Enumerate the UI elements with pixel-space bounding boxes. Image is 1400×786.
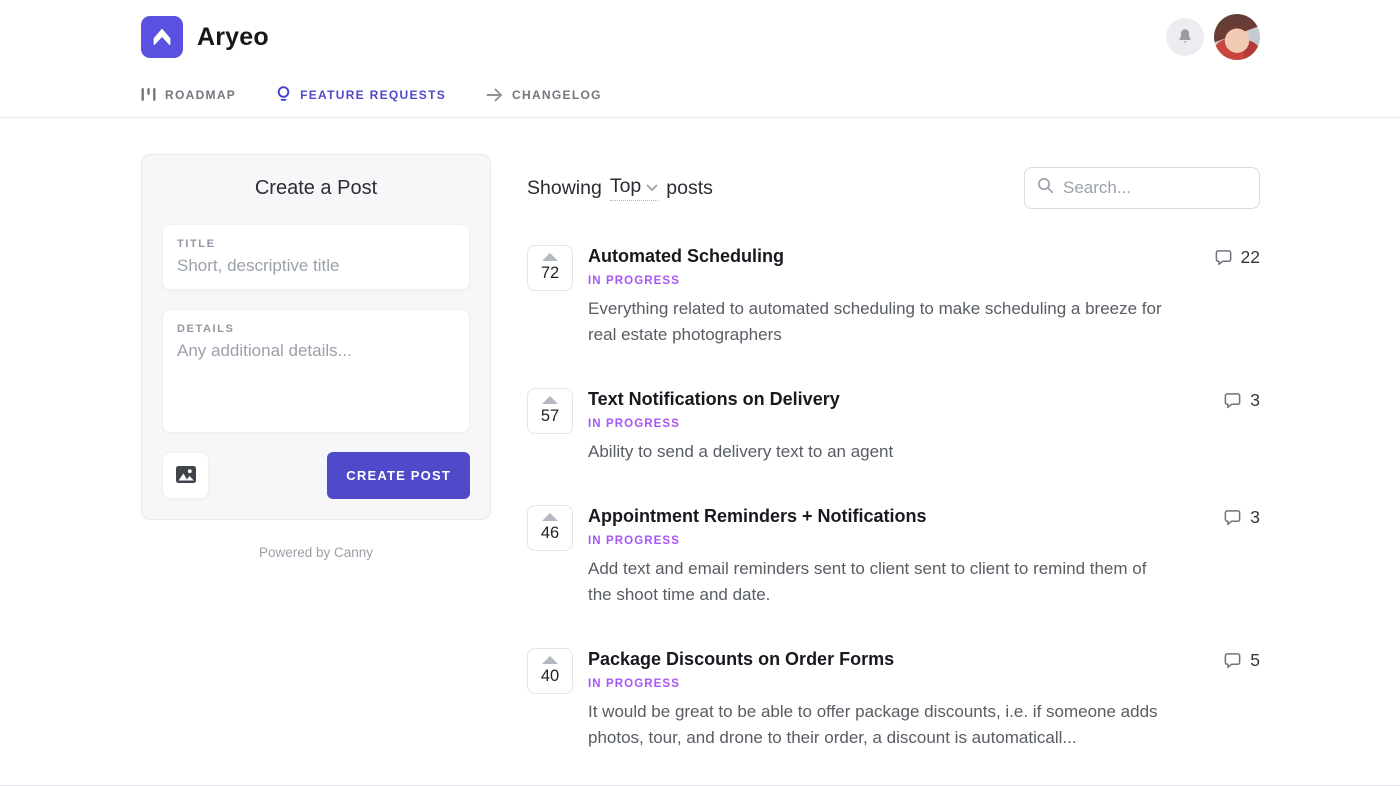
- title-field-label: TITLE: [177, 238, 455, 250]
- post-title[interactable]: Package Discounts on Order Forms: [588, 648, 1170, 670]
- nav-roadmap-label: ROADMAP: [165, 88, 236, 102]
- upvote-button[interactable]: 40: [527, 648, 573, 694]
- nav-roadmap[interactable]: ROADMAP: [141, 87, 236, 102]
- status-badge: IN PROGRESS: [588, 678, 1170, 690]
- comment-count-value: 5: [1250, 650, 1260, 671]
- post-item[interactable]: 46 Appointment Reminders + Notifications…: [527, 505, 1260, 608]
- post-description: It would be great to be able to offer pa…: [588, 699, 1170, 751]
- status-badge: IN PROGRESS: [588, 535, 1170, 547]
- vote-count: 57: [541, 407, 559, 426]
- post-item[interactable]: 57 Text Notifications on Delivery IN PRO…: [527, 388, 1260, 465]
- post-title[interactable]: Appointment Reminders + Notifications: [588, 505, 1170, 527]
- nav-changelog-label: CHANGELOG: [512, 88, 602, 102]
- create-post-button[interactable]: CREATE POST: [327, 452, 470, 499]
- status-badge: IN PROGRESS: [588, 275, 1170, 287]
- page: Aryeo: [0, 0, 1400, 786]
- upvote-arrow-icon: [542, 656, 558, 664]
- comment-count: 3: [1223, 390, 1260, 411]
- comment-count-value: 22: [1241, 247, 1260, 268]
- powered-by-canny[interactable]: Powered by Canny: [141, 545, 491, 560]
- upvote-button[interactable]: 46: [527, 505, 573, 551]
- comment-count-value: 3: [1250, 507, 1260, 528]
- comment-count: 22: [1214, 247, 1260, 268]
- status-badge: IN PROGRESS: [588, 418, 893, 430]
- showing-sort-control: Showing Top posts: [527, 175, 713, 201]
- details-field-card[interactable]: DETAILS: [162, 309, 470, 433]
- comment-count: 3: [1223, 507, 1260, 528]
- post-title[interactable]: Text Notifications on Delivery: [588, 388, 893, 410]
- arrow-right-icon: [486, 88, 503, 102]
- create-post-heading: Create a Post: [162, 177, 470, 200]
- post-title[interactable]: Automated Scheduling: [588, 245, 1170, 267]
- app-header: Aryeo: [0, 0, 1400, 118]
- vote-count: 72: [541, 264, 559, 283]
- notifications-button[interactable]: [1166, 18, 1204, 56]
- title-input[interactable]: [177, 256, 455, 276]
- chevron-down-icon: [646, 175, 658, 198]
- posts-column: Showing Top posts: [527, 167, 1260, 786]
- comment-icon: [1223, 508, 1242, 527]
- lightbulb-icon: [276, 86, 291, 103]
- image-icon: [175, 465, 197, 487]
- comment-count: 5: [1223, 650, 1260, 671]
- sort-dropdown[interactable]: Top: [610, 175, 658, 201]
- posts-list: 72 Automated Scheduling IN PROGRESS Ever…: [527, 245, 1260, 751]
- board-nav: ROADMAP FEATURE REQUESTS: [141, 86, 1260, 103]
- vote-count: 40: [541, 667, 559, 686]
- showing-suffix: posts: [666, 177, 713, 200]
- post-item[interactable]: 40 Package Discounts on Order Forms IN P…: [527, 648, 1260, 751]
- create-post-panel: Create a Post TITLE DETAILS: [141, 154, 491, 520]
- vote-count: 46: [541, 524, 559, 543]
- search-box[interactable]: [1024, 167, 1260, 209]
- comment-icon: [1223, 651, 1242, 670]
- search-icon: [1037, 177, 1054, 199]
- details-field-label: DETAILS: [177, 323, 455, 335]
- nav-feature-requests[interactable]: FEATURE REQUESTS: [276, 86, 446, 103]
- brand-logo-icon: [141, 16, 183, 58]
- bell-icon: [1176, 27, 1194, 48]
- upvote-arrow-icon: [542, 253, 558, 261]
- title-field-card[interactable]: TITLE: [162, 224, 470, 290]
- comment-icon: [1214, 248, 1233, 267]
- comment-count-value: 3: [1250, 390, 1260, 411]
- nav-feature-requests-label: FEATURE REQUESTS: [300, 88, 446, 102]
- user-avatar[interactable]: [1214, 14, 1260, 60]
- showing-prefix: Showing: [527, 177, 602, 200]
- attach-image-button[interactable]: [162, 452, 209, 499]
- details-input[interactable]: [177, 341, 455, 419]
- search-input[interactable]: [1063, 178, 1247, 198]
- sort-value: Top: [610, 175, 641, 198]
- upvote-button[interactable]: 57: [527, 388, 573, 434]
- roadmap-icon: [141, 87, 156, 102]
- upvote-arrow-icon: [542, 396, 558, 404]
- upvote-arrow-icon: [542, 513, 558, 521]
- post-description: Add text and email reminders sent to cli…: [588, 556, 1170, 608]
- upvote-button[interactable]: 72: [527, 245, 573, 291]
- post-description: Ability to send a delivery text to an ag…: [588, 439, 893, 465]
- nav-changelog[interactable]: CHANGELOG: [486, 88, 602, 102]
- comment-icon: [1223, 391, 1242, 410]
- brand-name: Aryeo: [197, 23, 269, 52]
- post-item[interactable]: 72 Automated Scheduling IN PROGRESS Ever…: [527, 245, 1260, 348]
- post-description: Everything related to automated scheduli…: [588, 296, 1170, 348]
- brand: Aryeo: [141, 16, 269, 58]
